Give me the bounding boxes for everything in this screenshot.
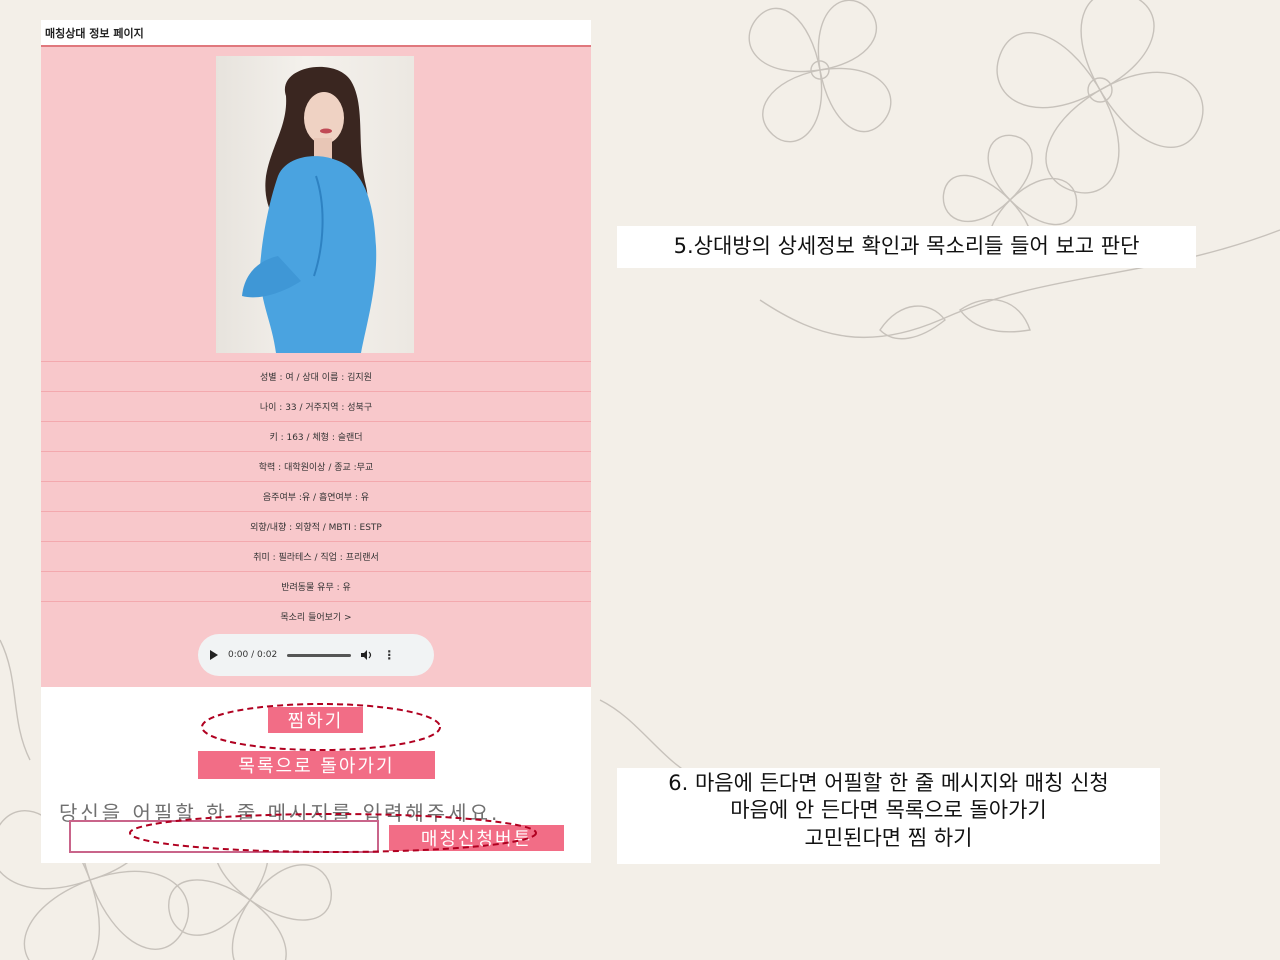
profile-photo-image	[242, 66, 377, 353]
profile-card: 성별 : 여 / 상대 이름 : 김지원 나이 : 33 / 거주지역 : 성북…	[41, 47, 591, 687]
page-title: 매칭상대 정보 페이지	[41, 20, 591, 47]
audio-time: 0:00 / 0:02	[228, 650, 278, 660]
info-row-personality-mbti: 외향/내향 : 외향적 / MBTI : ESTP	[41, 511, 591, 541]
step-6-note: 6. 마음에 든다면 어필할 한 줄 메시지와 매칭 신청 마음에 안 든다면 …	[617, 768, 1160, 864]
matching-request-button[interactable]: 매칭신청버튼	[389, 825, 564, 851]
info-row-age-region: 나이 : 33 / 거주지역 : 성북구	[41, 391, 591, 421]
play-icon[interactable]	[210, 650, 218, 660]
matching-profile-app: 매칭상대 정보 페이지 성별 : 여 / 상대 이름 : 김지원 나이 : 33…	[41, 20, 591, 863]
info-row-pet: 반려동물 유무 : 유	[41, 571, 591, 601]
step-6-line-3: 고민된다면 찜 하기	[804, 825, 973, 850]
info-row-education-religion: 학력 : 대학원이상 / 종교 :무교	[41, 451, 591, 481]
favorite-button[interactable]: 찜하기	[268, 707, 363, 733]
voice-audio-player[interactable]: 0:00 / 0:02 ⋮	[198, 634, 434, 676]
appeal-message-input[interactable]	[69, 820, 379, 853]
step-5-note: 5.상대방의 상세정보 확인과 목소리들 들어 보고 판단	[617, 226, 1196, 268]
voice-preview-link[interactable]: 목소리 들어보기 >	[41, 601, 591, 631]
back-to-list-button[interactable]: 목록으로 돌아가기	[198, 751, 435, 779]
more-options-icon[interactable]: ⋮	[383, 648, 395, 662]
volume-icon[interactable]	[361, 650, 373, 660]
info-row-gender-name: 성별 : 여 / 상대 이름 : 김지원	[41, 361, 591, 391]
info-row-hobby-job: 취미 : 필라테스 / 직업 : 프리랜서	[41, 541, 591, 571]
profile-photo	[216, 56, 414, 353]
info-row-height-body: 키 : 163 / 체형 : 슬랜더	[41, 421, 591, 451]
step-6-line-1: 6. 마음에 든다면 어필할 한 줄 메시지와 매칭 신청	[668, 771, 1109, 795]
audio-progress-slider[interactable]	[287, 653, 352, 657]
step-6-line-2: 마음에 안 든다면 목록으로 돌아가기	[730, 798, 1047, 823]
info-row-drinking-smoking: 음주여부 :유 / 흡연여부 : 유	[41, 481, 591, 511]
